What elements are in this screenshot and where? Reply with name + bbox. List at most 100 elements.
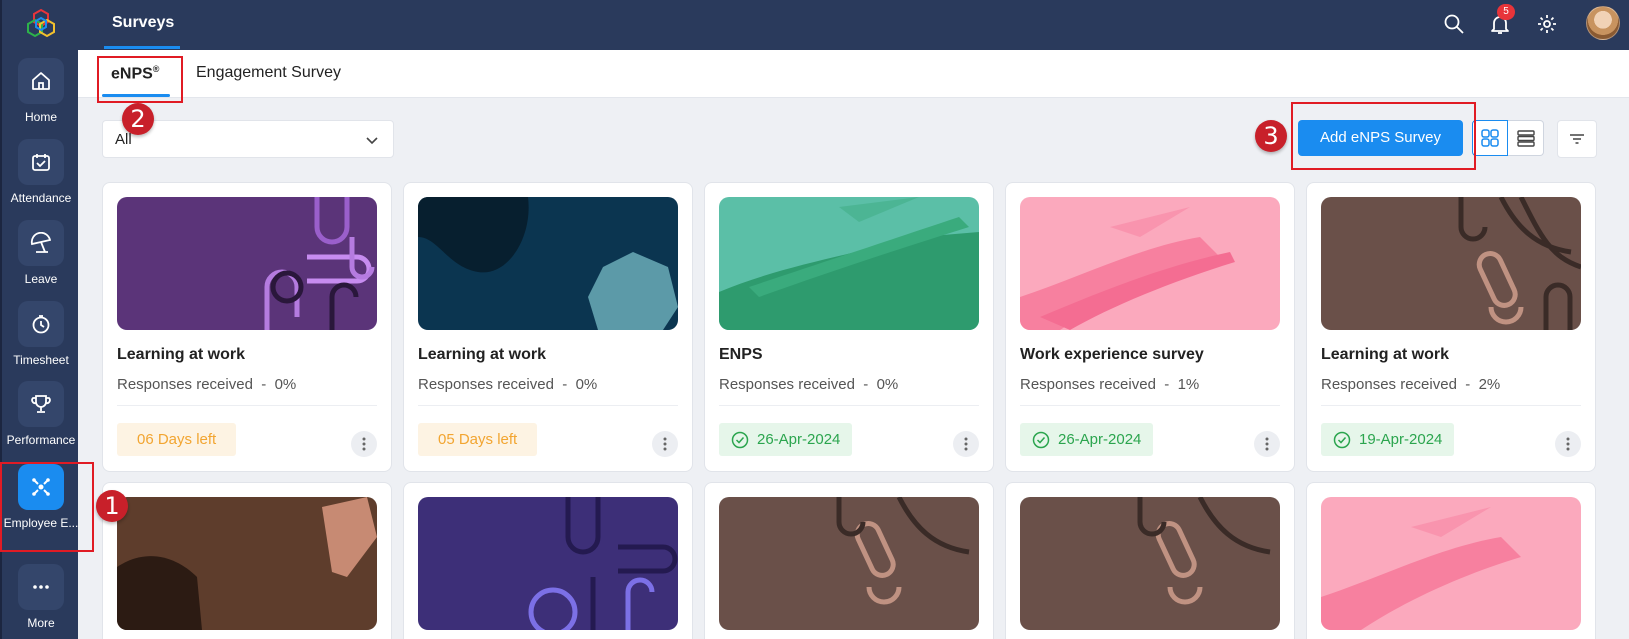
annotation-number-2: 2 (122, 103, 154, 135)
status-badge: 26-Apr-2024 (1020, 423, 1154, 456)
survey-card-image (1321, 497, 1581, 630)
survey-card-image (719, 497, 979, 630)
home-icon (18, 58, 64, 104)
gear-icon[interactable] (1535, 12, 1559, 36)
status-text: 26-Apr-2024 (1058, 431, 1142, 448)
survey-card[interactable]: Learning at work Responses received - 2%… (1306, 182, 1596, 472)
survey-card-image (117, 197, 377, 330)
grid-view-button[interactable] (1472, 120, 1508, 156)
status-badge: 19-Apr-2024 (1321, 423, 1455, 456)
more-icon (18, 564, 64, 610)
filter-icon (1570, 134, 1584, 144)
more-options-button[interactable] (1254, 431, 1280, 457)
annotation-box-1 (0, 462, 94, 552)
status-badge: 26-Apr-2024 (719, 423, 853, 456)
survey-card[interactable] (704, 482, 994, 639)
survey-card[interactable] (1005, 482, 1295, 639)
chevron-down-icon (366, 137, 378, 145)
annotation-box-3 (1291, 102, 1476, 170)
status-text: 19-Apr-2024 (1359, 431, 1443, 448)
umbrella-icon (18, 220, 64, 266)
responses-received: Responses received - 2% (1321, 376, 1501, 393)
annotation-number-3: 3 (1255, 120, 1287, 152)
sidebar-item-label: Home (24, 110, 57, 124)
sidebar-item-label: Attendance (10, 191, 72, 205)
sidebar-item-label: Leave (24, 272, 58, 286)
tab-surveys[interactable]: Surveys (112, 14, 174, 32)
kebab-icon (362, 437, 366, 451)
kebab-icon (964, 437, 968, 451)
survey-card[interactable]: Learning at work Responses received - 0%… (102, 182, 392, 472)
responses-received: Responses received - 0% (719, 376, 899, 393)
survey-card[interactable] (403, 482, 693, 639)
list-icon (1516, 130, 1535, 147)
sidebar-item-performance[interactable]: Performance (2, 381, 80, 461)
more-options-button[interactable] (351, 431, 377, 457)
survey-title[interactable]: Learning at work (418, 346, 546, 364)
survey-card[interactable] (1306, 482, 1596, 639)
sidebar-item-label: Performance (6, 433, 76, 447)
card-divider (418, 405, 678, 406)
card-divider (1020, 405, 1280, 406)
check-circle-icon (1032, 431, 1050, 448)
sidebar-item-leave[interactable]: Leave (2, 220, 80, 300)
status-badge: 05 Days left (418, 423, 538, 456)
survey-title[interactable]: ENPS (719, 346, 763, 364)
search-icon[interactable] (1442, 12, 1466, 36)
survey-card[interactable]: Learning at work Responses received - 0%… (403, 182, 693, 472)
timer-icon (18, 301, 64, 347)
more-options-button[interactable] (953, 431, 979, 457)
sidebar-item-attendance[interactable]: Attendance (2, 139, 80, 219)
notification-badge: 5 (1497, 4, 1515, 20)
sidebar-item-label: Timesheet (13, 353, 69, 367)
check-circle-icon (1333, 431, 1351, 448)
trophy-icon (18, 381, 64, 427)
responses-received: Responses received - 0% (117, 376, 297, 393)
survey-type-tabs: eNPS® Engagement Survey (78, 50, 1629, 98)
more-options-button[interactable] (1555, 431, 1581, 457)
responses-received: Responses received - 0% (418, 376, 598, 393)
survey-title[interactable]: Learning at work (1321, 346, 1449, 364)
grid-icon (1481, 129, 1499, 147)
card-divider (719, 405, 979, 406)
sidebar-item-timesheet[interactable]: Timesheet (2, 301, 80, 381)
survey-title[interactable]: Learning at work (117, 346, 245, 364)
active-tab-indicator (104, 46, 180, 49)
check-circle-icon (731, 431, 749, 448)
status-badge: 06 Days left (117, 423, 237, 456)
top-header: Surveys (78, 0, 1629, 50)
sidebar-item-label: More (27, 616, 55, 630)
status-text: 06 Days left (137, 431, 217, 448)
survey-card-image (418, 497, 678, 630)
survey-card[interactable] (102, 482, 392, 639)
card-divider (117, 405, 377, 406)
avatar[interactable] (1586, 6, 1620, 40)
survey-card[interactable]: ENPS Responses received - 0% 26-Apr-2024 (704, 182, 994, 472)
kebab-icon (1566, 437, 1570, 451)
responses-received: Responses received - 1% (1020, 376, 1200, 393)
survey-title[interactable]: Work experience survey (1020, 346, 1204, 364)
survey-card-image (418, 197, 678, 330)
list-view-button[interactable] (1508, 120, 1544, 156)
survey-card-image (1020, 197, 1280, 330)
survey-card-image (719, 197, 979, 330)
calendar-check-icon (18, 139, 64, 185)
sidebar-item-home[interactable]: Home (2, 58, 80, 138)
status-text: 05 Days left (438, 431, 518, 448)
survey-card[interactable]: Work experience survey Responses receive… (1005, 182, 1295, 472)
kebab-icon (1265, 437, 1269, 451)
filter-button[interactable] (1557, 120, 1597, 158)
kebab-icon (663, 437, 667, 451)
app-logo-icon[interactable] (26, 8, 56, 40)
card-divider (1321, 405, 1581, 406)
status-text: 26-Apr-2024 (757, 431, 841, 448)
annotation-number-1: 1 (96, 490, 128, 522)
sidebar-item-more[interactable]: More (2, 564, 80, 639)
annotation-box-2 (97, 56, 183, 103)
survey-card-image (1321, 197, 1581, 330)
more-options-button[interactable] (652, 431, 678, 457)
survey-card-image (1020, 497, 1280, 630)
filter-value: All (115, 131, 132, 148)
survey-card-image (117, 497, 377, 630)
tab-engagement-survey[interactable]: Engagement Survey (196, 64, 341, 82)
